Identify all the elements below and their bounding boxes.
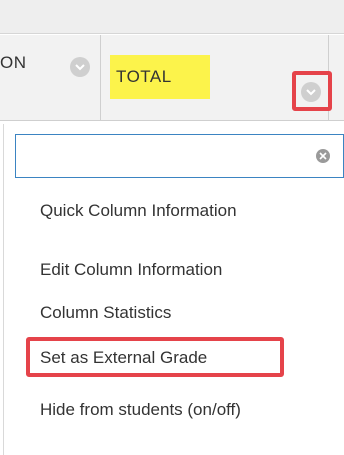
column-menu-button[interactable] xyxy=(70,57,90,77)
clear-icon[interactable] xyxy=(316,149,330,163)
callout-box-menu-button xyxy=(292,71,332,111)
total-column-label[interactable]: TOTAL xyxy=(116,67,172,87)
partial-column-label: ON xyxy=(0,53,27,72)
menu-item-hide-from-students[interactable]: Hide from students (on/off) xyxy=(40,400,241,420)
menu-item-quick-column-information[interactable]: Quick Column Information xyxy=(40,201,237,221)
top-strip xyxy=(0,0,344,34)
chevron-down-icon xyxy=(75,64,85,71)
menu-item-edit-column-information[interactable]: Edit Column Information xyxy=(40,260,222,280)
menu-search-input[interactable] xyxy=(15,134,344,178)
callout-box-external-grade xyxy=(26,337,284,377)
dropdown-border xyxy=(3,124,4,455)
menu-item-column-statistics[interactable]: Column Statistics xyxy=(40,303,171,323)
grade-center-crop: ON TOTAL Quick Column Information Edit C… xyxy=(0,0,344,455)
column-divider xyxy=(100,35,101,121)
